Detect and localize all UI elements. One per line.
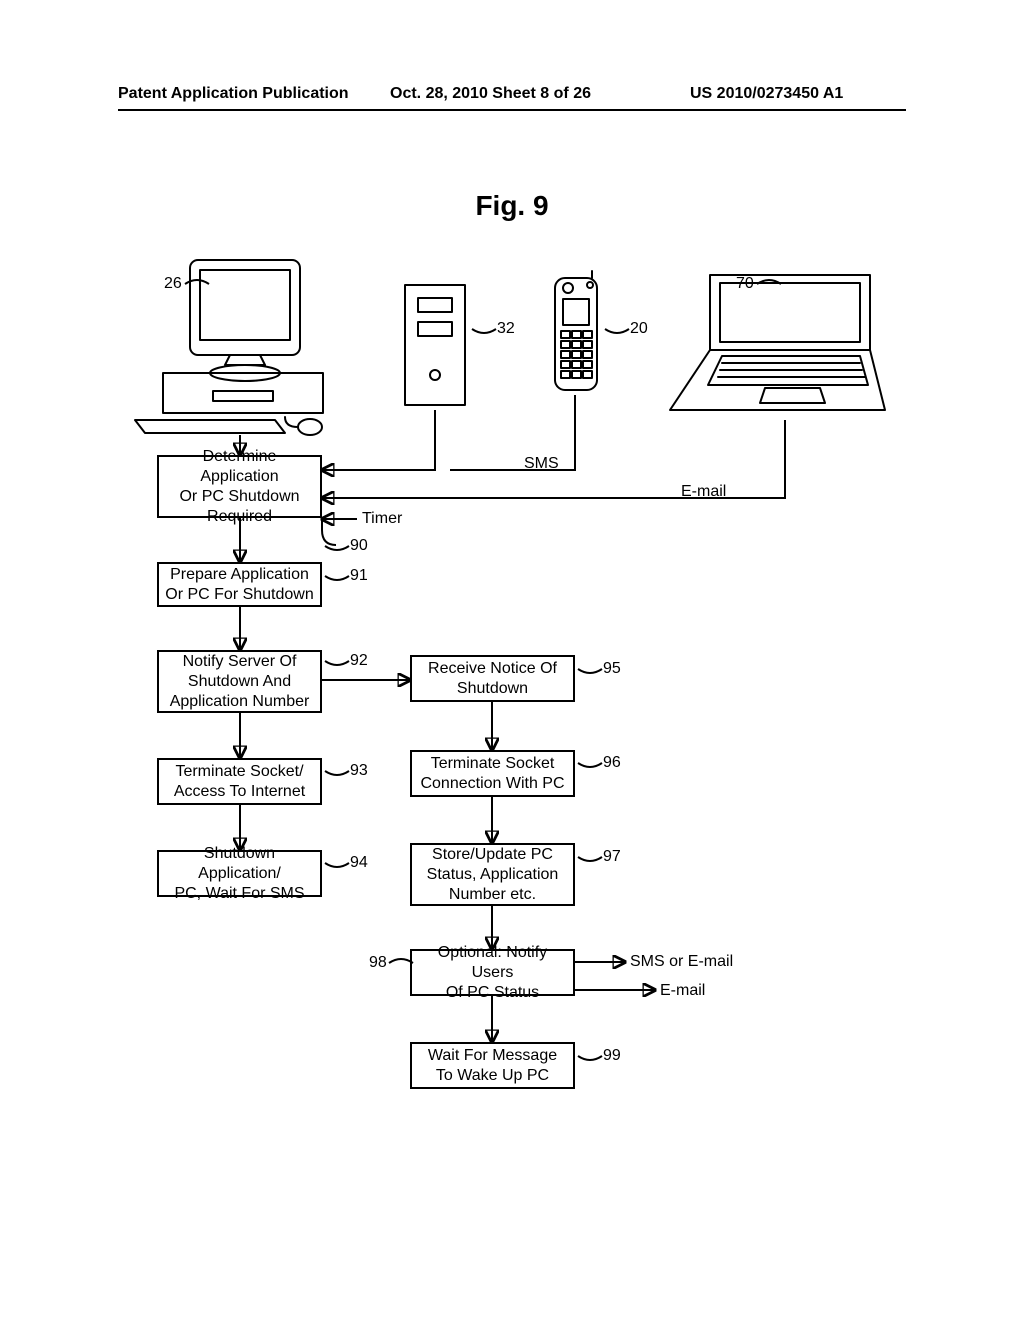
connectors — [0, 0, 1024, 1320]
page: Patent Application Publication Oct. 28, … — [0, 0, 1024, 1320]
